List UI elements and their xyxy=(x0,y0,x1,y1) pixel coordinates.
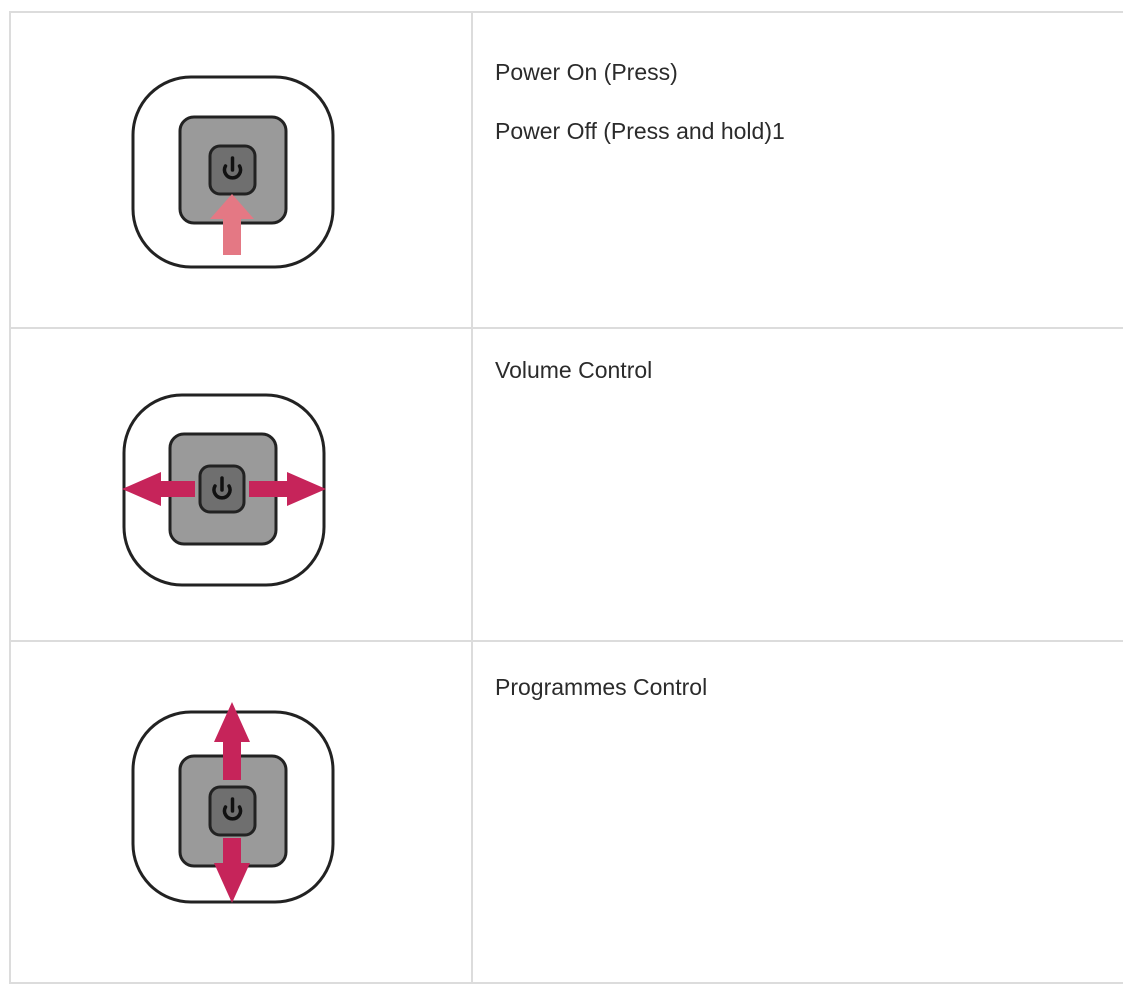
power-on-text: Power On (Press) xyxy=(495,59,678,85)
joystick-functions-table: Power On (Press) Power Off (Press and ho… xyxy=(9,11,1123,984)
illustration-cell xyxy=(9,327,473,642)
illustration-cell xyxy=(9,640,473,984)
description-cell: Volume Control xyxy=(471,327,1123,642)
joystick-left-right-icon xyxy=(122,393,326,587)
illustration-cell xyxy=(9,11,473,329)
description-cell: Programmes Control xyxy=(471,640,1123,984)
power-off-text: Power Off (Press and hold)1 xyxy=(495,118,785,144)
joystick-press-up-icon xyxy=(131,75,335,269)
programmes-control-text: Programmes Control xyxy=(495,674,708,700)
description-cell: Power On (Press) Power Off (Press and ho… xyxy=(471,11,1123,329)
joystick-up-down-icon xyxy=(131,702,335,904)
table-row: Power On (Press) Power Off (Press and ho… xyxy=(9,11,1123,329)
volume-control-text: Volume Control xyxy=(495,357,653,383)
table-row: Programmes Control xyxy=(9,640,1123,984)
table-row: Volume Control xyxy=(9,327,1123,642)
